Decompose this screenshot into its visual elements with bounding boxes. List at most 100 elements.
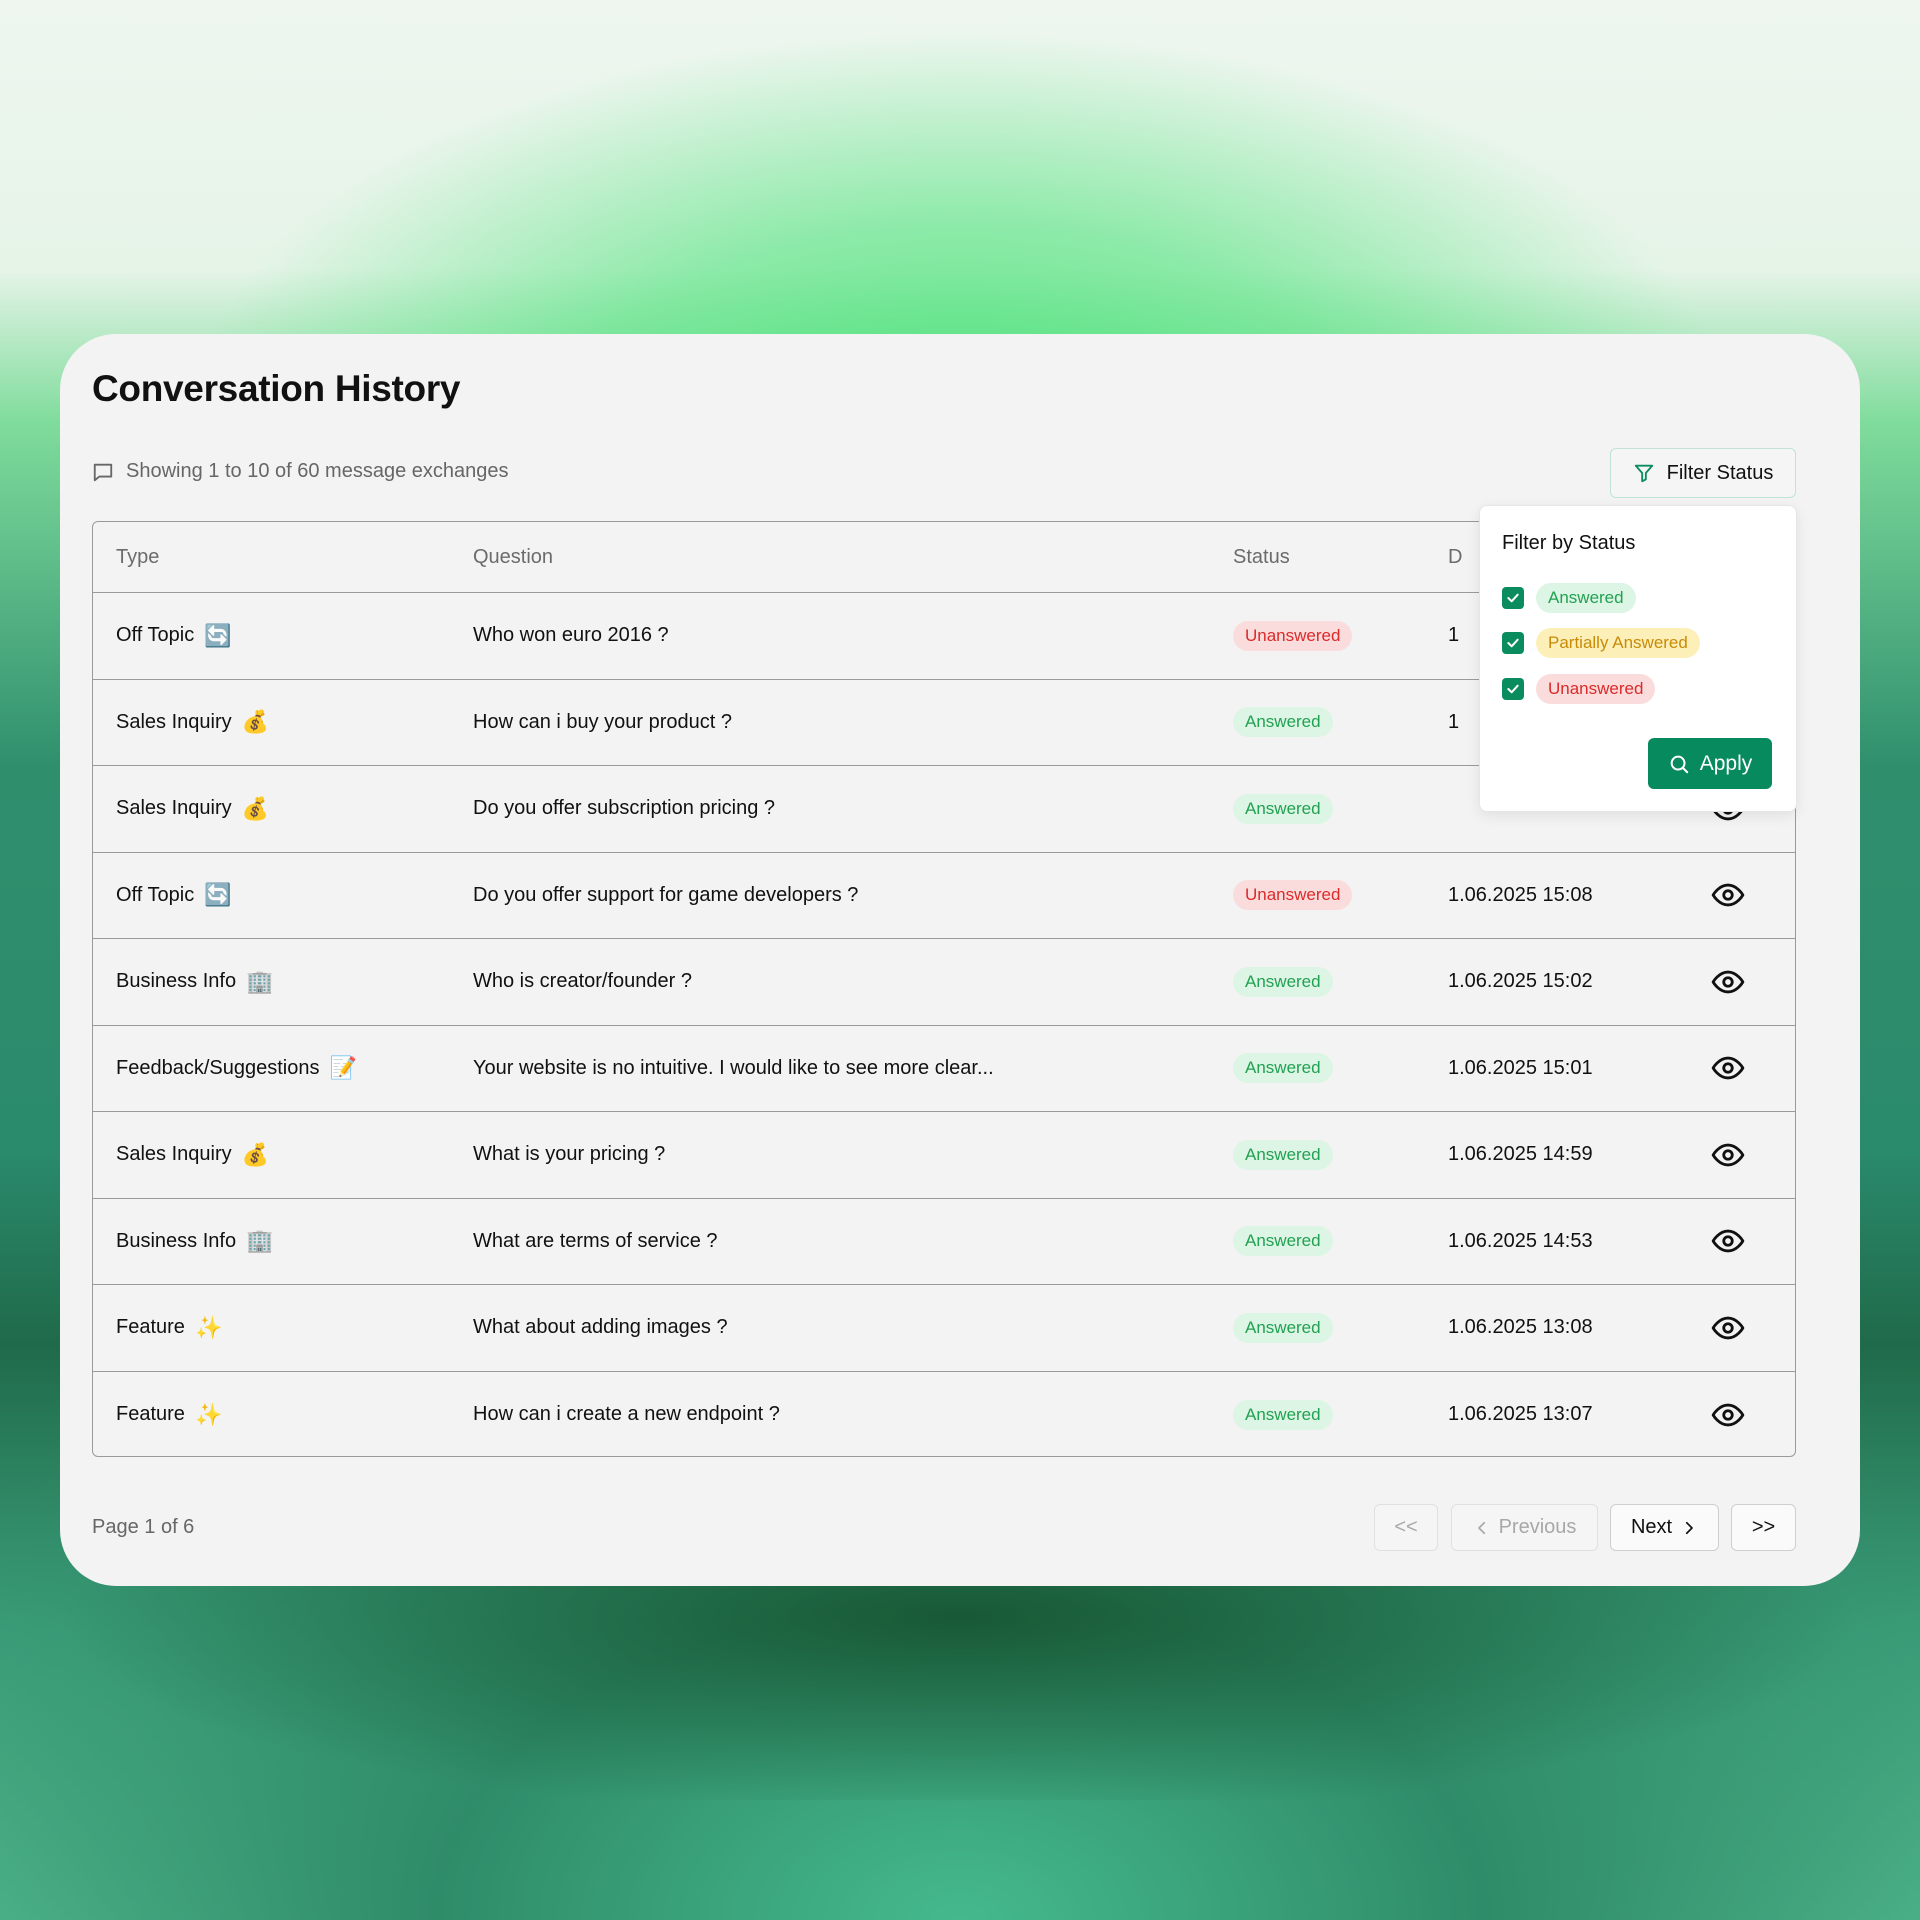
question-cell: What are terms of service ? [473, 1229, 718, 1252]
filter-status-label: Filter Status [1666, 461, 1774, 484]
eye-icon [1711, 1316, 1745, 1340]
type-emoji-icon: ✨ [194, 1401, 223, 1427]
question-cell: Who is creator/founder ? [473, 970, 692, 993]
status-cell: Unanswered [1233, 620, 1448, 651]
popover-title: Filter by Status [1502, 532, 1636, 554]
status-cell: Answered [1233, 1053, 1448, 1084]
first-page-button[interactable]: << [1374, 1504, 1438, 1551]
status-cell: Answered [1233, 707, 1448, 738]
view-action[interactable] [1678, 1311, 1778, 1345]
date-cell: 1.06.2025 15:02 [1448, 970, 1593, 993]
status-badge: Answered [1233, 1053, 1333, 1084]
type-emoji-icon: 🔄 [204, 622, 232, 648]
type-label: Business Info [116, 970, 237, 993]
eye-icon [1711, 883, 1745, 907]
question-cell: What about adding images ? [473, 1316, 728, 1339]
type-label: Business Info [116, 1229, 237, 1252]
filter-status-button[interactable]: Filter Status [1610, 448, 1796, 498]
type-label: Off Topic [116, 624, 195, 647]
chevron-right-icon [1685, 1521, 1693, 1534]
status-badge: Answered [1233, 1226, 1333, 1257]
apply-button[interactable]: Apply [1648, 738, 1772, 789]
filter-popover: Filter by Status Answered Partially Answ… [1479, 505, 1797, 812]
previous-page-button[interactable]: Previous [1451, 1504, 1598, 1551]
type-emoji-icon: 🔄 [204, 882, 232, 908]
funnel-icon [1634, 464, 1653, 483]
previous-page-label: Previous [1498, 1516, 1577, 1538]
status-badge: Unanswered [1233, 880, 1353, 911]
column-question[interactable]: Question [473, 546, 1233, 569]
view-action[interactable] [1678, 1224, 1778, 1258]
chevron-left-icon [1477, 1521, 1485, 1534]
status-cell: Answered [1233, 1399, 1448, 1430]
question-cell: Do you offer support for game developers… [473, 883, 859, 906]
apply-label: Apply [1699, 751, 1753, 775]
answered-checkbox[interactable] [1502, 587, 1524, 609]
table-row[interactable]: Sales Inquiry 💰 What is your pricing ? Answ… [93, 1112, 1795, 1199]
view-action[interactable] [1678, 1398, 1778, 1432]
next-page-button[interactable]: Next [1610, 1504, 1719, 1551]
type-cell: Feedback/Suggestions 📝 [93, 1057, 473, 1080]
eye-icon [1711, 1403, 1745, 1427]
type-emoji-icon: 💰 [241, 795, 270, 821]
status-badge: Answered [1233, 1139, 1333, 1170]
date-cell: 1.06.2025 14:53 [1448, 1229, 1593, 1252]
type-emoji-icon: 💰 [241, 709, 270, 735]
question-cell: Your website is no intuitive. I would li… [473, 1056, 994, 1079]
eye-icon [1711, 970, 1745, 994]
filter-option-unanswered[interactable]: Unanswered [1502, 674, 1656, 704]
checkmark-icon [1507, 638, 1519, 648]
answered-badge: Answered [1536, 583, 1636, 613]
table-row[interactable]: Business Info 🏢 What are terms of service … [93, 1199, 1795, 1285]
view-action[interactable] [1678, 965, 1778, 999]
type-label: Feedback/Suggestions [116, 1056, 320, 1079]
type-cell: Feature ✨ [93, 1403, 473, 1426]
table-row[interactable]: Feature ✨ What about adding images ? Answer… [93, 1285, 1795, 1372]
message-square-icon [93, 463, 113, 481]
type-label: Feature [116, 1316, 185, 1339]
view-action[interactable] [1678, 1138, 1778, 1172]
type-label: Feature [116, 1403, 185, 1426]
status-cell: Unanswered [1233, 880, 1448, 911]
status-cell: Answered [1233, 966, 1448, 997]
type-cell: Business Info 🏢 [93, 970, 473, 993]
unanswered-checkbox[interactable] [1502, 678, 1524, 700]
question-cell: Do you offer subscription pricing ? [473, 797, 776, 820]
filter-option-partially-answered[interactable]: Partially Answered [1502, 628, 1700, 658]
table-row[interactable]: Off Topic 🔄 Do you offer support for game … [93, 853, 1795, 939]
view-action[interactable] [1678, 1051, 1778, 1085]
question-cell: How can i create a new endpoint ? [473, 1403, 780, 1426]
type-emoji-icon: 📝 [329, 1055, 357, 1081]
type-cell: Sales Inquiry 💰 [93, 1143, 473, 1166]
partially-answered-checkbox[interactable] [1502, 632, 1524, 654]
status-badge: Answered [1233, 966, 1333, 997]
last-page-button[interactable]: >> [1731, 1504, 1796, 1551]
eye-icon [1711, 1056, 1745, 1080]
type-emoji-icon: 💰 [241, 1141, 270, 1167]
table-row[interactable]: Feature ✨ How can i create a new endpoint … [93, 1372, 1795, 1457]
view-action[interactable] [1678, 878, 1778, 912]
question-cell: Who won euro 2016 ? [473, 624, 669, 647]
status-badge: Answered [1233, 793, 1333, 824]
table-row[interactable]: Business Info 🏢 Who is creator/founder ? An… [93, 939, 1795, 1026]
status-badge: Answered [1233, 1399, 1333, 1430]
table-row[interactable]: Feedback/Suggestions 📝 Your website is no … [93, 1026, 1795, 1112]
status-badge: Answered [1233, 1312, 1333, 1343]
eye-icon [1711, 1229, 1745, 1253]
page-indicator: Page 1 of 6 [92, 1516, 195, 1538]
type-cell: Off Topic 🔄 [93, 884, 473, 907]
type-label: Off Topic [116, 883, 195, 906]
type-emoji-icon: ✨ [194, 1314, 223, 1340]
status-cell: Answered [1233, 1226, 1448, 1257]
checkmark-icon [1507, 684, 1519, 694]
question-cell: How can i buy your product ? [473, 710, 733, 733]
type-cell: Business Info 🏢 [93, 1230, 473, 1253]
filter-option-answered[interactable]: Answered [1502, 583, 1636, 613]
type-emoji-icon: 🏢 [246, 1228, 274, 1254]
date-cell: 1.06.2025 14:59 [1448, 1143, 1593, 1166]
partially-answered-badge: Partially Answered [1536, 628, 1700, 658]
summary-line: Showing 1 to 10 of 60 message exchanges [92, 460, 508, 483]
status-badge: Answered [1233, 707, 1333, 738]
column-status[interactable]: Status [1233, 546, 1448, 569]
column-type[interactable]: Type [93, 546, 473, 569]
